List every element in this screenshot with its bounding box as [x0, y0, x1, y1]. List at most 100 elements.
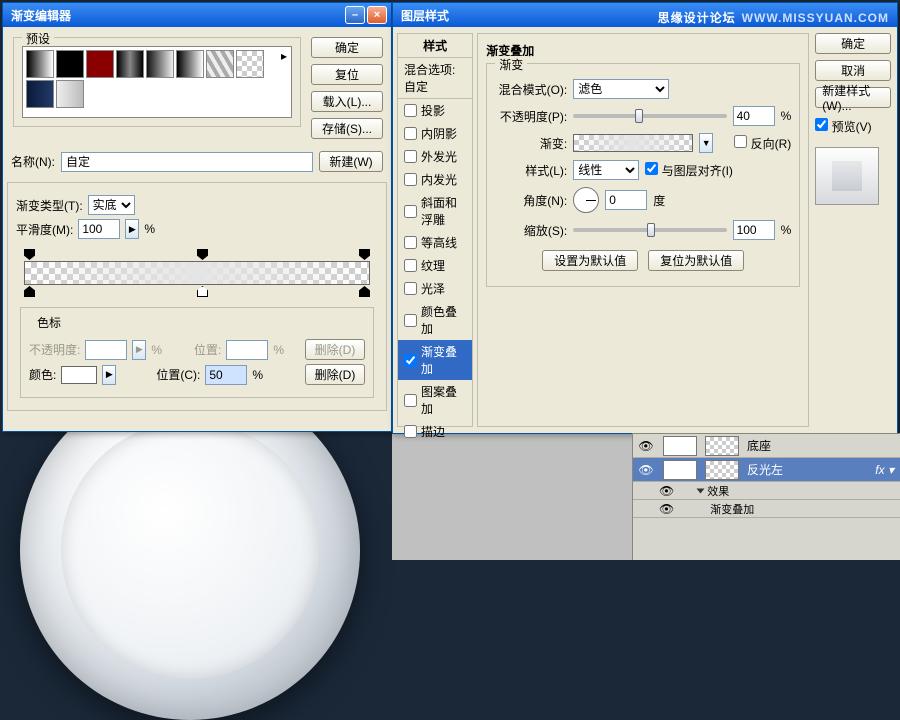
minimize-button[interactable]: –: [345, 6, 365, 24]
opacity-slider[interactable]: [573, 114, 726, 118]
preset-swatch[interactable]: [116, 50, 144, 78]
reverse-check[interactable]: 反向(R): [719, 135, 791, 152]
stops-group: 色标 不透明度: ▶ % 位置: % 删除(D) 颜色: ▶ 位置(C):: [20, 307, 374, 398]
style-checkbox[interactable]: [404, 259, 417, 272]
gradient-bar-wrap: [16, 243, 378, 303]
style-select[interactable]: 线性: [573, 160, 639, 180]
close-button[interactable]: ×: [367, 6, 387, 24]
ge-titlebar[interactable]: 渐变编辑器 – ×: [3, 3, 391, 27]
angle-input[interactable]: [605, 190, 647, 210]
style-item[interactable]: 颜色叠加: [398, 300, 472, 340]
ok-button[interactable]: 确定: [311, 37, 383, 58]
preset-swatch[interactable]: [26, 50, 54, 78]
save-button[interactable]: 存储(S)...: [311, 118, 383, 139]
layer-thumb[interactable]: [663, 460, 697, 480]
preset-swatch[interactable]: [26, 80, 54, 108]
color-stops[interactable]: [24, 285, 370, 297]
watermark: 思缘设计论坛WWW.MISSYUAN.COM: [658, 9, 889, 26]
grad-label: 渐变:: [495, 135, 567, 152]
fx-item[interactable]: 👁渐变叠加: [633, 500, 900, 518]
ls-opacity-input[interactable]: [733, 106, 775, 126]
opacity-stops[interactable]: [24, 249, 370, 261]
color-stop[interactable]: [24, 286, 35, 297]
preview-thumb: [815, 147, 879, 205]
style-checkbox[interactable]: [404, 394, 417, 407]
style-item[interactable]: 等高线: [398, 231, 472, 254]
scale-slider[interactable]: [573, 228, 726, 232]
ls-titlebar[interactable]: 图层样式 思缘设计论坛WWW.MISSYUAN.COM: [393, 3, 897, 27]
style-item[interactable]: 纹理: [398, 254, 472, 277]
preset-swatch[interactable]: [236, 50, 264, 78]
style-item[interactable]: 内阴影: [398, 122, 472, 145]
layer-row[interactable]: 👁底座: [633, 434, 900, 458]
preview-check[interactable]: 预览(V): [815, 118, 891, 135]
align-check[interactable]: 与图层对齐(I): [645, 162, 717, 179]
opacity-stop[interactable]: [359, 249, 370, 260]
ls-newstyle-button[interactable]: 新建样式(W)...: [815, 87, 891, 108]
style-item[interactable]: 渐变叠加: [398, 340, 472, 380]
style-item[interactable]: 图案叠加: [398, 380, 472, 420]
color-stop[interactable]: [197, 286, 208, 297]
gradient-bar[interactable]: [24, 261, 370, 285]
style-checkbox[interactable]: [404, 236, 417, 249]
scale-input[interactable]: [733, 220, 775, 240]
ls-cancel-button[interactable]: 取消: [815, 60, 891, 81]
preset-swatch[interactable]: [206, 50, 234, 78]
opacity-stop[interactable]: [24, 249, 35, 260]
color-stop[interactable]: [359, 286, 370, 297]
styles-list: 样式 混合选项:自定 投影内阴影外发光内发光斜面和浮雕等高线纹理光泽颜色叠加渐变…: [397, 33, 473, 427]
layer-row[interactable]: 👁反光左fx ▾: [633, 458, 900, 482]
layer-thumb[interactable]: [663, 436, 697, 456]
eye-icon[interactable]: 👁: [659, 502, 674, 516]
eye-icon[interactable]: 👁: [633, 439, 659, 453]
reset-button[interactable]: 复位: [311, 64, 383, 85]
mask-thumb[interactable]: [705, 436, 739, 456]
style-item[interactable]: 光泽: [398, 277, 472, 300]
style-checkbox[interactable]: [404, 127, 417, 140]
delete2-button[interactable]: 删除(D): [305, 364, 365, 385]
style-checkbox[interactable]: [404, 205, 417, 218]
type-select[interactable]: 实底: [88, 195, 135, 215]
fx-header[interactable]: 👁效果: [633, 482, 900, 500]
style-checkbox[interactable]: [404, 425, 417, 438]
eye-icon[interactable]: 👁: [659, 484, 674, 498]
eye-icon[interactable]: 👁: [633, 463, 659, 477]
style-item[interactable]: 描边: [398, 420, 472, 443]
style-item[interactable]: 斜面和浮雕: [398, 191, 472, 231]
load-button[interactable]: 载入(L)...: [311, 91, 383, 112]
preset-swatch[interactable]: [176, 50, 204, 78]
gradient-preview[interactable]: [573, 134, 693, 152]
ls-ok-button[interactable]: 确定: [815, 33, 891, 54]
style-checkbox[interactable]: [404, 354, 417, 367]
style-item[interactable]: 内发光: [398, 168, 472, 191]
preset-swatch[interactable]: [146, 50, 174, 78]
angle-dial[interactable]: [573, 187, 599, 213]
presets-grid[interactable]: ▸: [22, 46, 292, 118]
delete1-button: 删除(D): [305, 339, 365, 360]
blendmode-select[interactable]: 滤色: [573, 79, 669, 99]
set-default-button[interactable]: 设置为默认值: [542, 250, 638, 271]
color-spin[interactable]: ▶: [102, 365, 116, 385]
style-item[interactable]: 投影: [398, 99, 472, 122]
presets-menu-arrow[interactable]: ▸: [281, 49, 287, 63]
style-checkbox[interactable]: [404, 150, 417, 163]
smooth-input[interactable]: [78, 219, 120, 239]
style-checkbox[interactable]: [404, 104, 417, 117]
preset-swatch[interactable]: [56, 80, 84, 108]
style-checkbox[interactable]: [404, 314, 417, 327]
color-well[interactable]: [61, 366, 97, 384]
reset-default-button[interactable]: 复位为默认值: [648, 250, 744, 271]
preset-swatch[interactable]: [56, 50, 84, 78]
style-checkbox[interactable]: [404, 173, 417, 186]
preset-swatch[interactable]: [86, 50, 114, 78]
new-button[interactable]: 新建(W): [319, 151, 383, 172]
name-input[interactable]: [61, 152, 313, 172]
style-item[interactable]: 外发光: [398, 145, 472, 168]
mask-thumb[interactable]: [705, 460, 739, 480]
smooth-spin[interactable]: ▶: [125, 219, 139, 239]
grad-dropdown[interactable]: ▼: [699, 133, 713, 153]
pos2-input[interactable]: [205, 365, 247, 385]
opacity-stop[interactable]: [197, 249, 208, 260]
style-checkbox[interactable]: [404, 282, 417, 295]
blend-options[interactable]: 混合选项:自定: [398, 58, 472, 99]
